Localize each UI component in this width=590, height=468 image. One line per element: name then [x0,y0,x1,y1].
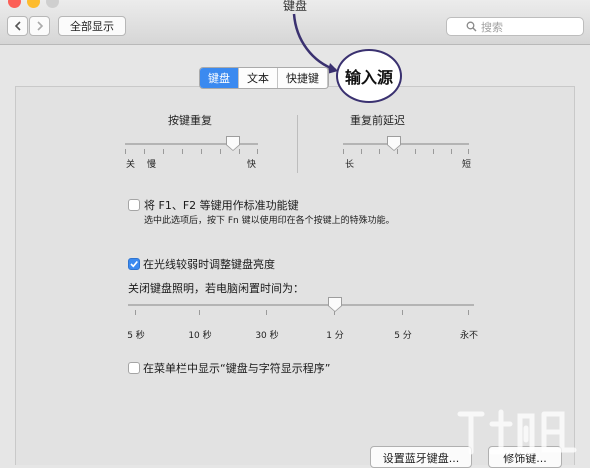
tab-shortcuts[interactable]: 快捷键 [278,68,328,88]
slider-tick [257,149,258,154]
slider-tick [220,149,221,154]
key-repeat-max-label: 快 [247,160,257,170]
slider-tick [135,310,136,315]
checkmark-icon [130,260,138,268]
fn-keys-checkbox[interactable] [128,199,140,211]
repeat-delay-title: 重复前延迟 [350,114,405,127]
input-sources-annotation[interactable]: 输入源 [336,49,402,103]
search-placeholder: 搜索 [481,20,503,34]
show-all-button[interactable]: 全部显示 [58,16,126,36]
idle-tick-label: 5 秒 [127,331,145,341]
fn-keys-label: 将 F1、F2 等键用作标准功能键 [144,199,299,212]
slider-tick [199,310,200,315]
slider-tick [468,310,469,315]
brightness-checkbox[interactable] [128,258,140,270]
slider-tick [144,149,145,154]
slider-tick [468,149,469,154]
slider-tick [433,149,434,154]
input-sources-label: 输入源 [344,68,393,87]
repeat-delay-max-label: 短 [462,160,472,170]
search-input[interactable]: 搜索 [446,17,584,36]
slider-tick [343,149,344,154]
slider-tick [415,149,416,154]
slider-tick [125,149,126,154]
idle-tick-label: 30 秒 [255,331,279,341]
tab-text[interactable]: 文本 [239,68,278,88]
slider-tick [163,149,164,154]
back-button[interactable] [7,16,28,36]
chevron-right-icon [36,21,43,31]
key-repeat-title: 按键重复 [168,114,212,127]
slider-tick [451,149,452,154]
idle-tick-label: 永不 [459,331,478,341]
repeat-delay-slider[interactable] [343,143,469,145]
menu-bar-checkbox[interactable] [128,362,140,374]
idle-slider[interactable] [128,304,474,306]
slider-tick [266,310,267,315]
idle-tick-label: 10 秒 [188,331,212,341]
slider-tick [361,149,362,154]
forward-button[interactable] [29,16,50,36]
idle-tick-label: 1 分 [326,331,344,341]
watermark-logo [457,409,577,455]
brightness-label: 在光线较弱时调整键盘亮度 [143,258,275,271]
tab-bar: 键盘 文本 快捷键 [199,67,329,89]
tab-keyboard[interactable]: 键盘 [200,68,239,88]
slider-tick [239,149,240,154]
key-repeat-min-label: 关 [126,160,136,170]
key-repeat-slow-label: 慢 [147,160,157,170]
slider-tick [182,149,183,154]
slider-tick [379,149,380,154]
slider-tick [397,149,398,154]
idle-label: 关闭键盘照明，若电脑闲置时间为： [128,282,304,295]
repeat-delay-min-label: 长 [345,160,355,170]
chevron-left-icon [14,21,21,31]
menu-bar-label: 在菜单栏中显示“键盘与字符显示程序” [143,362,331,375]
search-icon [466,21,477,32]
idle-tick-label: 5 分 [394,331,412,341]
section-divider [297,115,298,173]
slider-tick [201,149,202,154]
slider-tick [402,310,403,315]
fn-keys-note: 选中此选项后，按下 Fn 键以使用印在各个按键上的特殊功能。 [144,216,395,226]
